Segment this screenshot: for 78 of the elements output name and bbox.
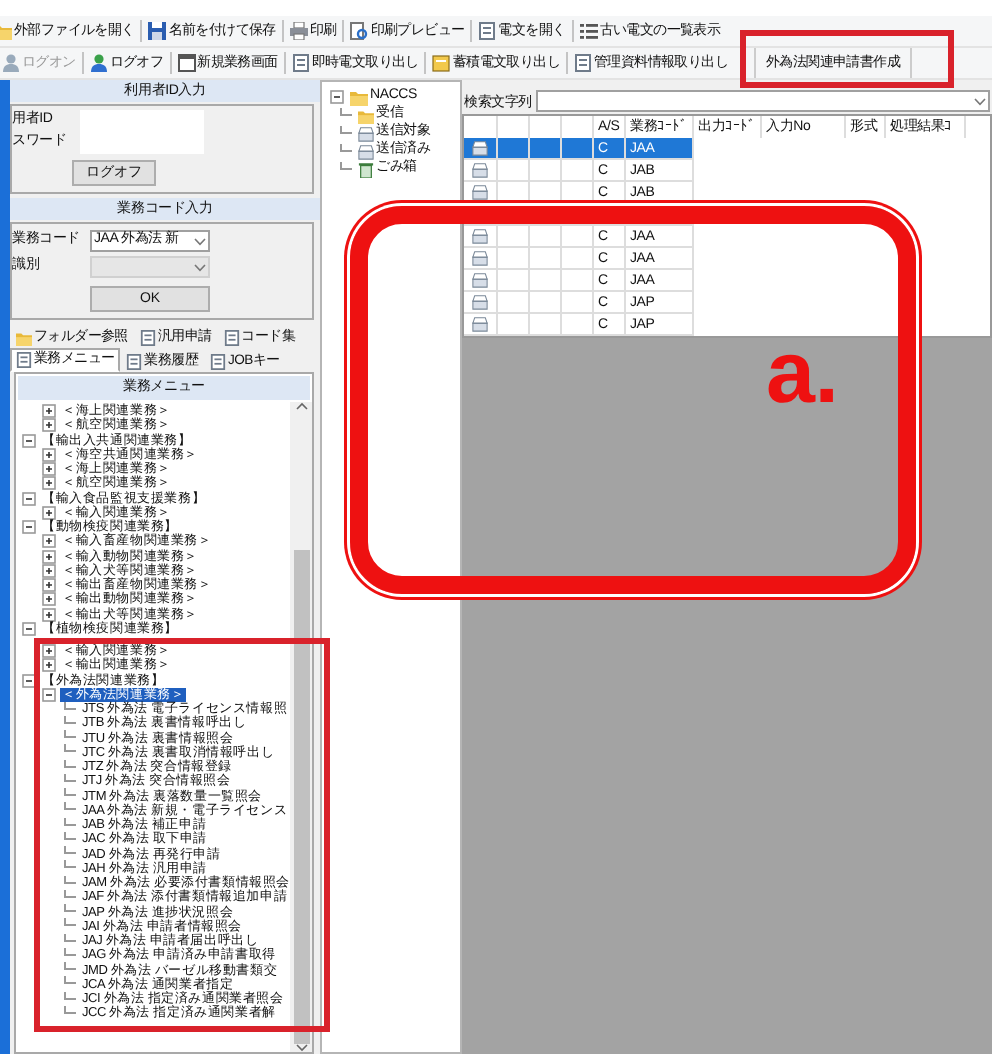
- document-icon: [223, 329, 240, 345]
- tray-icon: [472, 294, 488, 310]
- table-cell: [562, 160, 594, 182]
- table-cell: [530, 314, 562, 336]
- folder-icon: [350, 88, 368, 106]
- expand-icon[interactable]: [42, 563, 56, 578]
- caret-icon: [194, 237, 206, 245]
- scroll-thumb[interactable]: [293, 550, 309, 1044]
- collapse-icon[interactable]: [22, 433, 36, 448]
- collapse-icon[interactable]: [22, 520, 36, 535]
- table-cell: [498, 314, 530, 336]
- table-cell: [530, 226, 562, 248]
- table-cell: [562, 292, 594, 314]
- table-cell: [498, 160, 530, 182]
- document-icon: [432, 54, 451, 72]
- table-cell: [562, 226, 594, 248]
- table-cell: [530, 270, 562, 292]
- search-field[interactable]: [536, 90, 990, 112]
- tray-icon: [472, 184, 488, 200]
- expand-icon[interactable]: [42, 462, 56, 477]
- folder-icon: [16, 329, 32, 345]
- table-cell: [562, 314, 594, 336]
- expand-icon[interactable]: [42, 549, 56, 564]
- list-icon: [579, 22, 598, 40]
- document-icon: [139, 329, 156, 345]
- expand-icon[interactable]: [42, 658, 56, 673]
- tray-icon: [472, 250, 488, 266]
- scroll-down-icon: [295, 1044, 307, 1052]
- person-icon: [89, 54, 108, 72]
- scrollbar[interactable]: [290, 402, 312, 1052]
- document-icon: [478, 22, 497, 40]
- caret-icon: [194, 263, 206, 271]
- table-row-icon-cell[interactable]: [464, 292, 498, 314]
- printer-icon: [289, 22, 308, 40]
- table-cell: [530, 160, 562, 182]
- table-row-icon-cell[interactable]: [464, 314, 498, 336]
- tray-icon: [472, 162, 488, 178]
- expand-icon[interactable]: [42, 592, 56, 607]
- document-icon: [291, 54, 310, 72]
- expand-icon[interactable]: [42, 505, 56, 520]
- person-icon: [2, 54, 20, 72]
- scroll-up-icon: [295, 402, 307, 410]
- table-cell: [530, 292, 562, 314]
- table-cell: [498, 292, 530, 314]
- collapse-icon[interactable]: [22, 673, 36, 688]
- collapse-icon[interactable]: [22, 621, 36, 636]
- expand-icon[interactable]: [42, 404, 56, 419]
- collapse-icon[interactable]: [330, 90, 344, 104]
- tray-icon: [472, 272, 488, 288]
- table-row-icon-cell[interactable]: [464, 138, 498, 160]
- tray-icon: [472, 228, 488, 244]
- expand-icon[interactable]: [42, 578, 56, 593]
- expand-icon[interactable]: [42, 418, 56, 433]
- table-row-icon-cell[interactable]: [464, 226, 498, 248]
- table-cell: [498, 226, 530, 248]
- annotation-label: a.: [766, 330, 839, 418]
- table-row-icon-cell[interactable]: [464, 160, 498, 182]
- caret-icon: [974, 97, 986, 105]
- document-magnifier-icon: [350, 22, 369, 40]
- table-cell: [562, 270, 594, 292]
- table-row-icon-cell[interactable]: [464, 270, 498, 292]
- expand-icon[interactable]: [42, 476, 56, 491]
- trash-bin-icon: [358, 161, 374, 177]
- window-icon: [177, 54, 196, 72]
- table-row-icon-cell[interactable]: [464, 248, 498, 270]
- table-cell: [498, 270, 530, 292]
- collapse-icon[interactable]: [22, 491, 36, 506]
- table-cell: [498, 248, 530, 270]
- collapse-icon[interactable]: [42, 687, 56, 702]
- expand-icon[interactable]: [42, 607, 56, 622]
- document-icon: [16, 352, 32, 368]
- expand-icon[interactable]: [42, 447, 56, 462]
- table-cell: [562, 248, 594, 270]
- expand-icon[interactable]: [42, 534, 56, 549]
- tray-icon: [472, 316, 488, 332]
- expand-icon[interactable]: [42, 644, 56, 659]
- document-icon: [574, 54, 593, 72]
- table-cell: [530, 248, 562, 270]
